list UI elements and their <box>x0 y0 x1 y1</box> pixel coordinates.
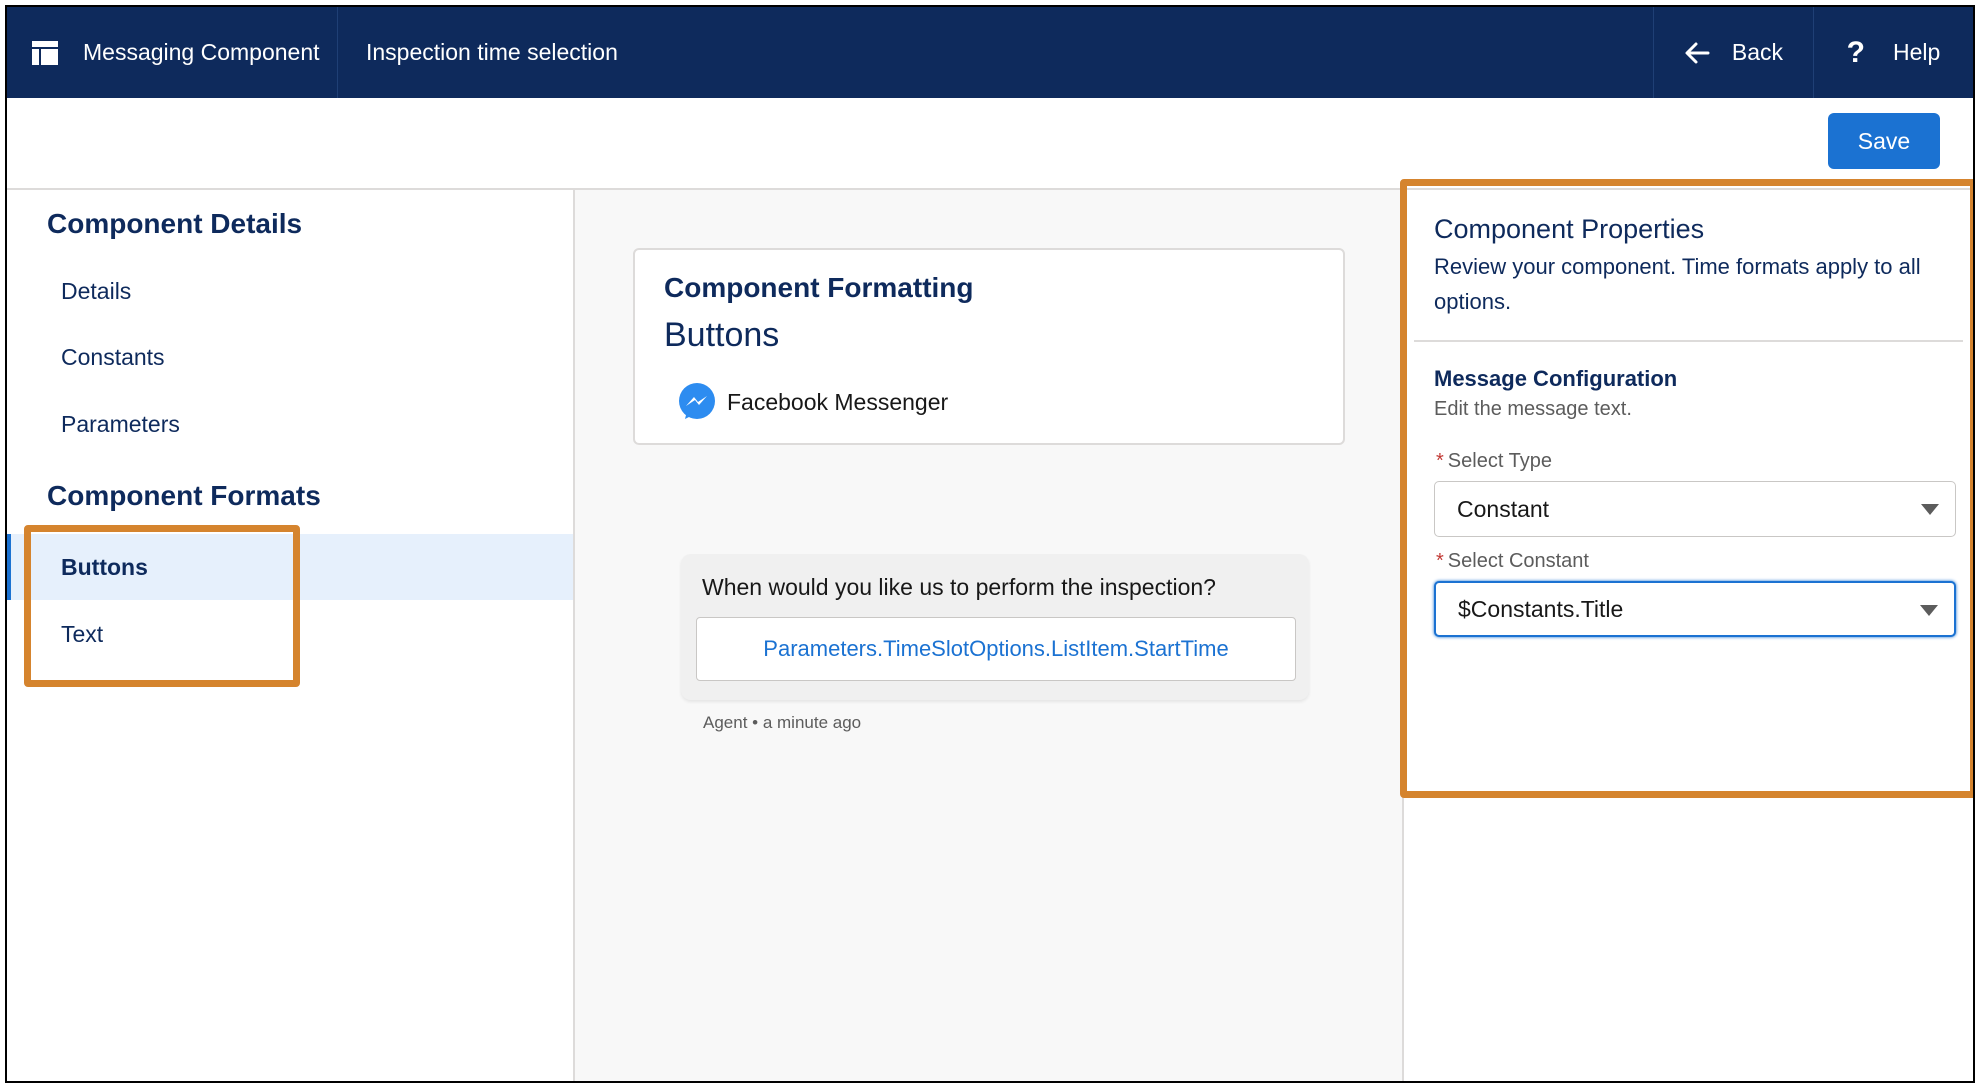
required-marker: * <box>1436 450 1444 472</box>
select-type-label-text: Select Type <box>1447 450 1552 472</box>
toolbar: Save <box>7 98 1973 190</box>
select-constant-value: $Constants.Title <box>1458 595 1624 622</box>
select-constant-dropdown[interactable]: $Constants.Title <box>1434 581 1956 637</box>
select-constant-label-text: Select Constant <box>1447 550 1589 572</box>
global-header: Messaging Component Inspection time sele… <box>7 7 1973 98</box>
back-button[interactable]: Back <box>1653 7 1813 98</box>
channel-name: Facebook Messenger <box>727 388 949 415</box>
sidebar-item-details[interactable]: Details <box>7 258 573 324</box>
sidebar-item-constants[interactable]: Constants <box>7 324 573 390</box>
chevron-down-icon <box>1920 605 1938 616</box>
page-title: Inspection time selection <box>338 7 1653 98</box>
app-window-icon <box>32 40 58 65</box>
section-description: Edit the message text. <box>1434 398 1632 420</box>
back-label: Back <box>1731 39 1784 65</box>
formatting-title: Component Formatting <box>664 272 974 303</box>
help-label: Help <box>1893 39 1941 65</box>
sidebar-item-parameters[interactable]: Parameters <box>7 391 573 457</box>
preview-pane: Component Formatting Buttons Facebook Me… <box>575 190 1404 1081</box>
app-name: Messaging Component <box>83 39 320 65</box>
formatting-type: Buttons <box>664 316 780 354</box>
select-type-dropdown[interactable]: Constant <box>1434 481 1956 537</box>
select-type-value: Constant <box>1457 495 1550 522</box>
messenger-icon <box>679 383 715 419</box>
divider <box>1414 340 1963 342</box>
help-button[interactable]: ? Help <box>1813 7 1973 98</box>
message-bubble: When would you like us to perform the in… <box>681 554 1309 700</box>
save-button[interactable]: Save <box>1828 113 1940 169</box>
properties-description: Review your component. Time formats appl… <box>1434 254 1921 314</box>
message-text: When would you like us to perform the in… <box>702 574 1216 600</box>
select-type-label: * Select Type <box>1436 450 1552 473</box>
sidebar-item-buttons[interactable]: Buttons <box>7 534 573 600</box>
arrow-left-icon <box>1685 42 1710 63</box>
component-details-heading: Component Details <box>47 208 303 239</box>
component-formats-heading: Component Formats <box>47 480 321 511</box>
properties-header: Component Properties Review your compone… <box>1434 214 1954 319</box>
sidebar: Component Details Details Constants Para… <box>7 190 575 1081</box>
message-option-button[interactable]: Parameters.TimeSlotOptions.ListItem.Star… <box>696 617 1296 681</box>
select-constant-label: * Select Constant <box>1436 550 1589 573</box>
sidebar-item-text[interactable]: Text <box>7 601 573 667</box>
required-marker: * <box>1436 550 1444 572</box>
channel-row: Facebook Messenger <box>677 382 948 422</box>
question-icon: ? <box>1846 35 1865 69</box>
app-frame: Messaging Component Inspection time sele… <box>5 5 1975 1083</box>
formatting-card: Component Formatting Buttons Facebook Me… <box>633 248 1345 445</box>
page-title-text: Inspection time selection <box>366 39 618 65</box>
message-meta: Agent • a minute ago <box>703 713 862 732</box>
section-title: Message Configuration <box>1434 366 1678 391</box>
properties-panel: Component Properties Review your compone… <box>1404 190 1973 1081</box>
properties-title: Component Properties <box>1434 214 1705 244</box>
app-launcher[interactable]: Messaging Component <box>7 7 338 98</box>
chevron-down-icon <box>1921 504 1939 515</box>
